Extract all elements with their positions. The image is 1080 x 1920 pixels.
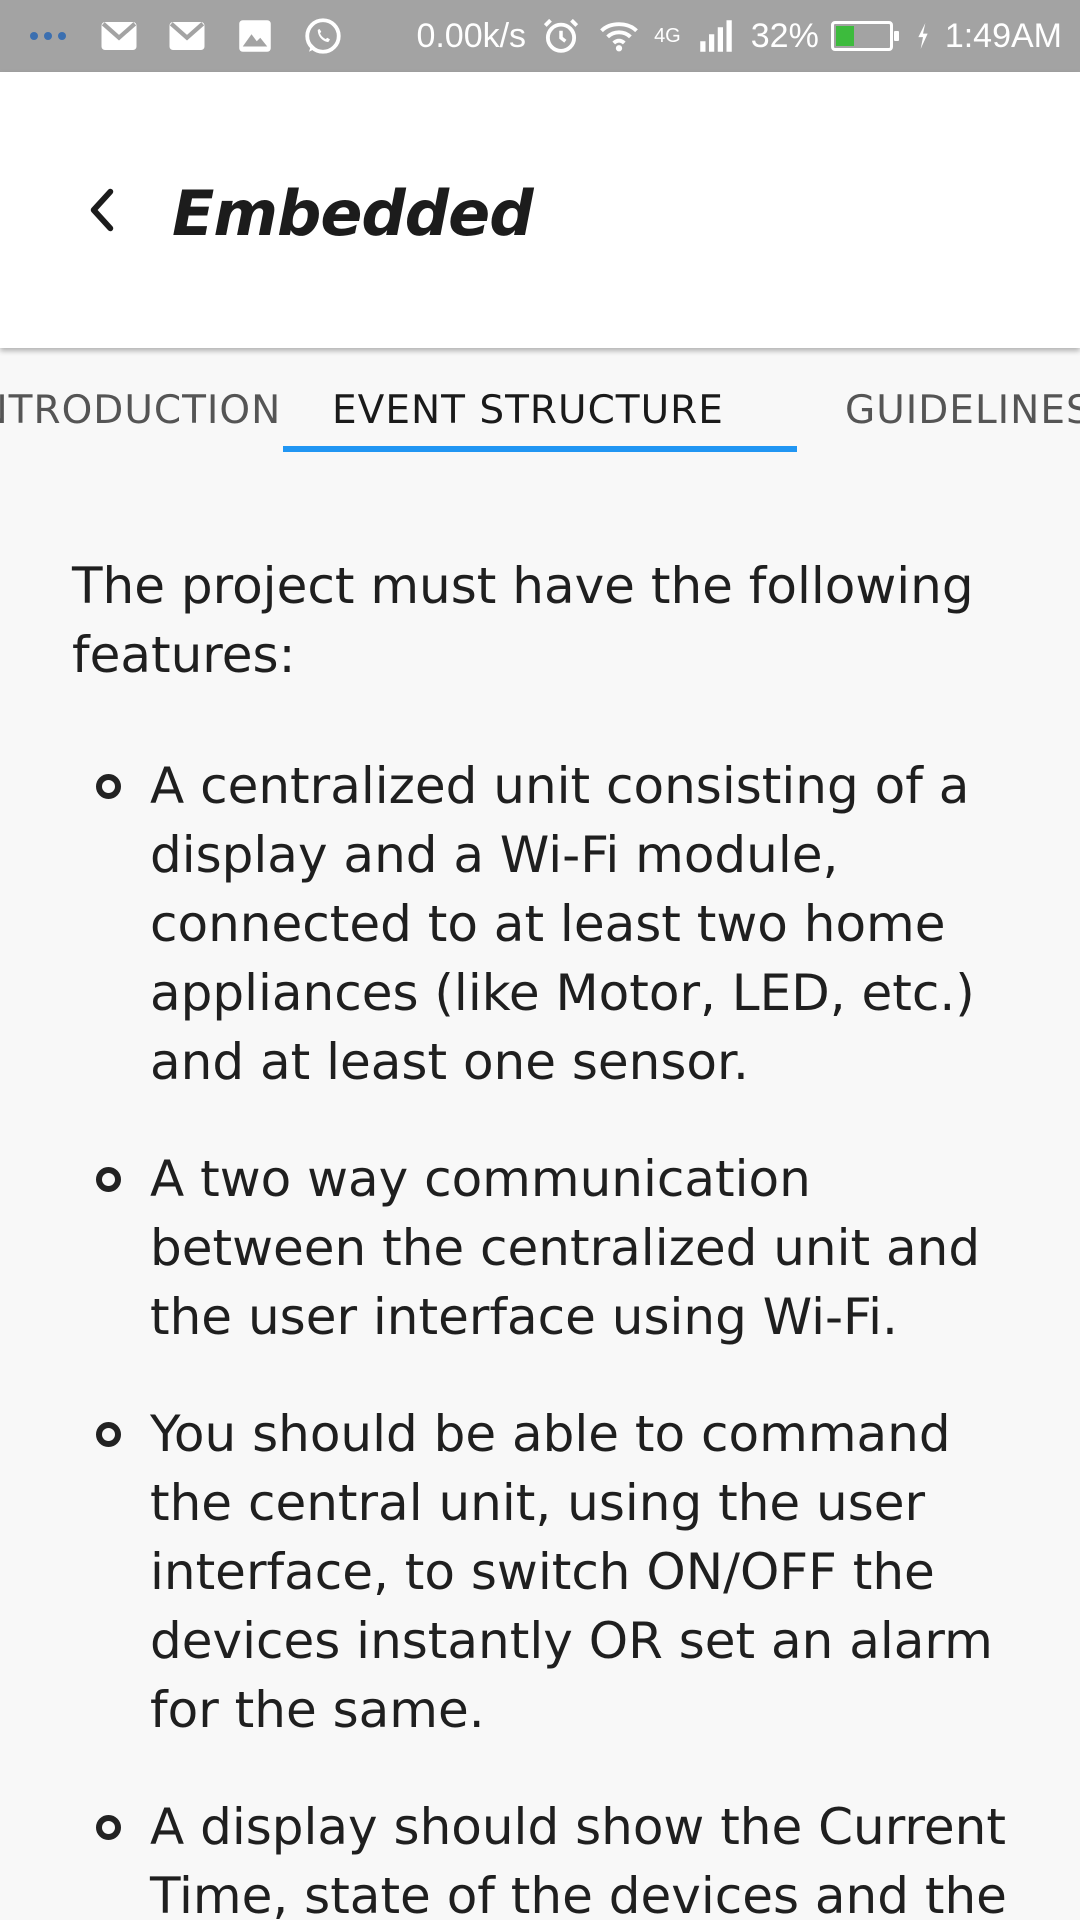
bullet-icon xyxy=(96,774,121,799)
tab-introduction[interactable]: INTRODUCTION xyxy=(0,388,281,433)
status-bar: 0.00k/s 4G 32% 1:49AM xyxy=(0,0,1080,72)
list-item: A two way communication between the cent… xyxy=(0,1145,1080,1352)
system-indicators: 0.00k/s 4G 32% 1:49AM xyxy=(416,13,1062,59)
clock: 1:49AM xyxy=(944,16,1062,55)
notification-icons xyxy=(30,13,346,59)
whatsapp-icon xyxy=(300,13,346,59)
feature-text: A centralized unit consisting of a displ… xyxy=(150,757,975,1091)
app-bar: Embedded xyxy=(0,72,1080,348)
intro-text: The project must have the following feat… xyxy=(72,557,974,684)
feature-text: A two way communication between the cent… xyxy=(150,1150,981,1346)
wifi-icon xyxy=(596,13,642,59)
battery-level xyxy=(835,26,854,46)
battery-percent: 32% xyxy=(750,16,819,55)
list-item: A centralized unit consisting of a displ… xyxy=(0,752,1080,1097)
alarm-icon xyxy=(538,13,584,59)
page-title: Embedded xyxy=(172,177,534,250)
signal-icon xyxy=(693,13,739,59)
gallery-icon xyxy=(232,13,278,59)
more-dots-icon xyxy=(30,32,74,40)
charging-icon xyxy=(913,13,933,59)
bullet-icon xyxy=(96,1422,121,1447)
bullet-icon xyxy=(96,1815,121,1840)
battery-icon xyxy=(830,21,899,51)
active-tab-indicator xyxy=(283,446,797,452)
feature-text: You should be able to command the centra… xyxy=(150,1405,993,1739)
feature-list: A centralized unit consisting of a displ… xyxy=(0,752,1080,1920)
feature-text: A display should show the Current Time, … xyxy=(150,1798,1007,1920)
gmail-icon xyxy=(164,13,210,59)
content-scroll-area[interactable]: The project must have the following feat… xyxy=(0,456,1080,1920)
back-button[interactable] xyxy=(72,180,132,240)
network-speed: 0.00k/s xyxy=(416,16,527,55)
bullet-icon xyxy=(96,1167,121,1192)
chevron-left-icon xyxy=(90,188,114,232)
network-type: 4G xyxy=(654,24,681,47)
list-item: A display should show the Current Time, … xyxy=(0,1793,1080,1920)
tab-bar: INTRODUCTION EVENT STRUCTURE GUIDELINES xyxy=(0,348,1080,456)
list-item: You should be able to command the centra… xyxy=(0,1400,1080,1745)
tab-event-structure[interactable]: EVENT STRUCTURE xyxy=(332,388,724,433)
tab-guidelines[interactable]: GUIDELINES xyxy=(845,388,1080,433)
gmail-icon xyxy=(96,13,142,59)
